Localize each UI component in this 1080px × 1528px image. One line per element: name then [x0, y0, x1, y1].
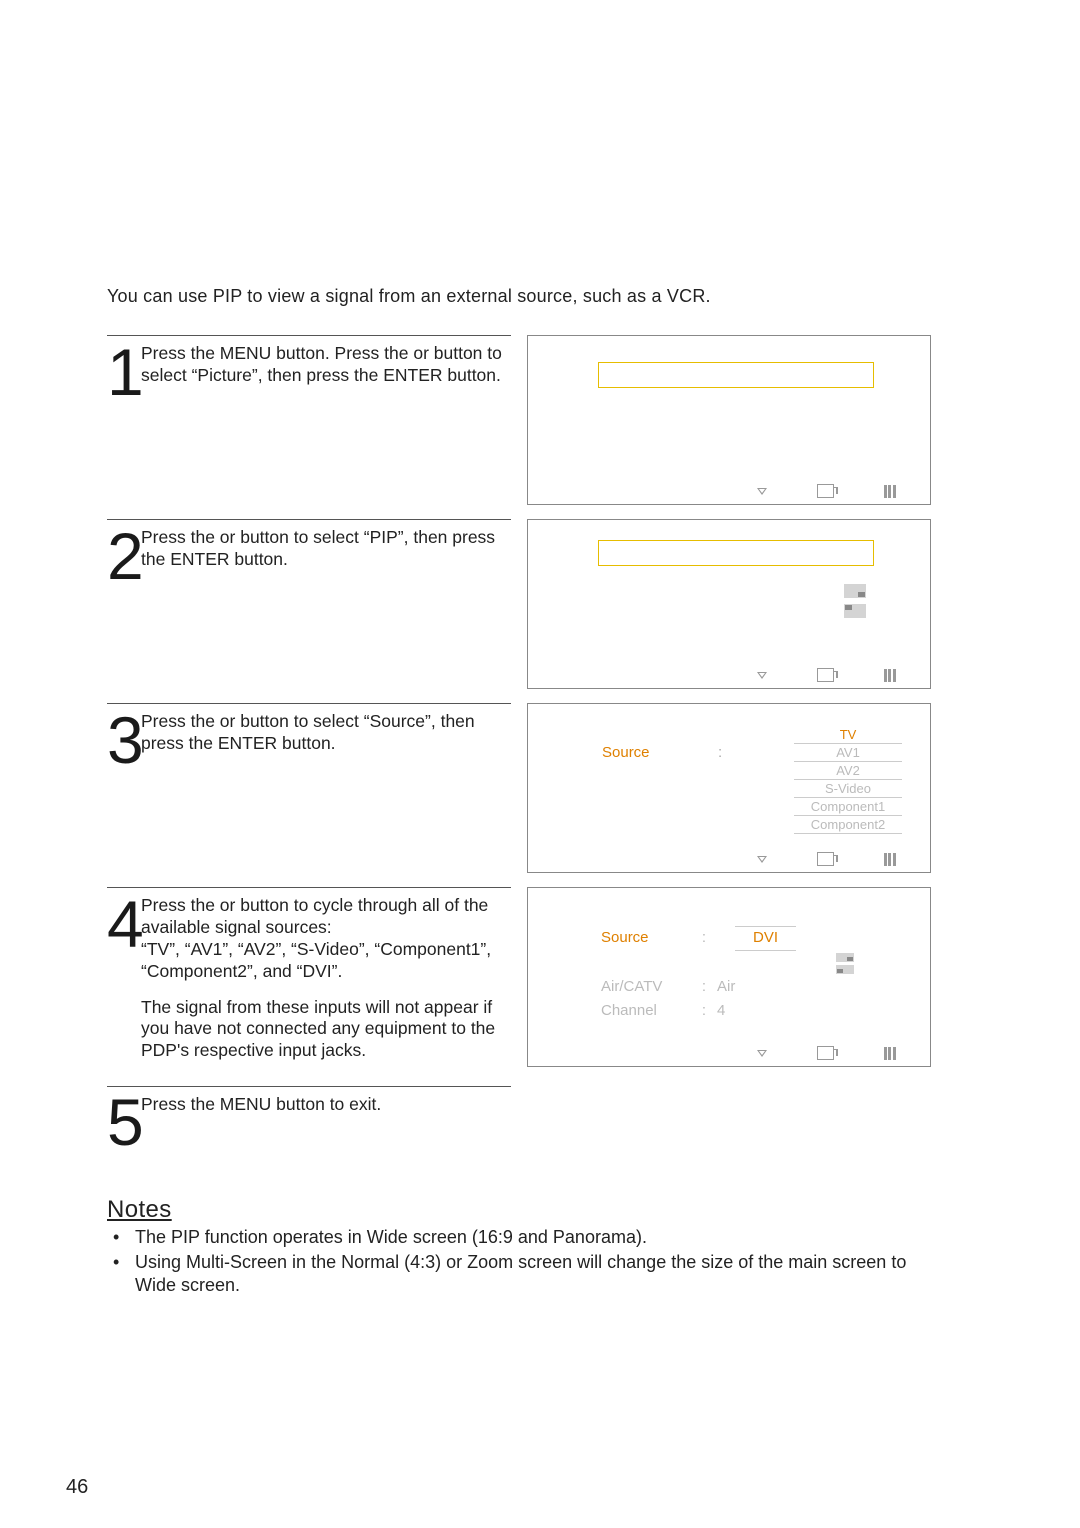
osd-pip-icons [844, 584, 866, 618]
osd-source-option: TV [794, 726, 902, 744]
osd-row: Channel:4 [601, 1000, 894, 1023]
osd-label: Channel [601, 1000, 697, 1023]
step-row: 5 Press the MENU button to exit. [107, 1086, 931, 1160]
osd-highlight-bar [598, 540, 874, 566]
step-4-line-2: “TV”, “AV1”, “AV2”, “S-Video”, “Componen… [141, 939, 511, 983]
step-number: 1 [107, 344, 141, 400]
note-item: Using Multi-Screen in the Normal (4:3) o… [107, 1251, 931, 1298]
move-down-icon [757, 488, 767, 495]
step-row: 2 Press the or button to select “PIP”, t… [107, 519, 931, 689]
step-number: 2 [107, 528, 141, 584]
steps-container: 1 Press the MENU button. Press the or bu… [107, 335, 931, 1174]
osd-source-options: TVAV1AV2S-VideoComponent1Component2 [794, 726, 902, 834]
osd-source-label: Source [602, 744, 650, 761]
move-down-icon [757, 1050, 767, 1057]
step-4-line-1: Press the or button to cycle through all… [141, 895, 511, 939]
osd-source-option: Component1 [794, 798, 902, 816]
osd-colon: : [697, 1000, 711, 1023]
move-down-icon [757, 672, 767, 679]
osd-label: Air/CATV [601, 976, 697, 999]
osd-value: Air [711, 976, 894, 999]
osd-footer [528, 848, 930, 872]
enter-icon [817, 1046, 834, 1060]
step-row: 4 Press the or button to cycle through a… [107, 887, 931, 1072]
osd-footer [528, 480, 930, 504]
osd-footer [528, 1042, 930, 1066]
osd-label: Source [601, 927, 697, 950]
osd-source-option: Component2 [794, 816, 902, 834]
step-4-line-3: The signal from these inputs will not ap… [141, 997, 511, 1063]
step-number: 3 [107, 712, 141, 768]
menu-icon [884, 485, 896, 498]
osd-panel-picture [527, 335, 931, 505]
notes-list: The PIP function operates in Wide screen… [107, 1226, 931, 1297]
step-text: Press the MENU button. Press the or butt… [141, 340, 511, 387]
osd-footer [528, 664, 930, 688]
step-text: Press the MENU button to exit. [141, 1091, 511, 1116]
osd-colon: : [697, 927, 711, 950]
step-number: 4 [107, 896, 141, 952]
step-row: 3 Press the or button to select “Source”… [107, 703, 931, 873]
menu-icon [884, 669, 896, 682]
osd-source-option: AV2 [794, 762, 902, 780]
enter-icon [817, 852, 834, 866]
notes-section: Notes The PIP function operates in Wide … [107, 1196, 931, 1297]
intro-text: You can use PIP to view a signal from an… [107, 286, 931, 307]
osd-value: 4 [711, 1000, 894, 1023]
step-text: Press the or button to select “PIP”, the… [141, 524, 511, 571]
notes-title: Notes [107, 1196, 931, 1224]
osd-row: Source:DVI [601, 926, 894, 951]
osd-colon: : [697, 976, 711, 999]
note-item: The PIP function operates in Wide screen… [107, 1226, 931, 1249]
step-text: Press the or button to cycle through all… [141, 892, 511, 1062]
osd-source-option: AV1 [794, 744, 902, 762]
menu-icon [884, 853, 896, 866]
osd-source-option: S-Video [794, 780, 902, 798]
enter-icon [817, 484, 834, 498]
osd-row: Air/CATV:Air [601, 976, 894, 999]
page-number: 46 [66, 1476, 88, 1528]
step-row: 1 Press the MENU button. Press the or bu… [107, 335, 931, 505]
menu-icon [884, 1047, 896, 1060]
osd-panel-pip [527, 519, 931, 689]
step-number: 5 [107, 1094, 141, 1150]
step-text: Press the or button to select “Source”, … [141, 708, 511, 755]
osd-pip-size-icons [836, 953, 854, 974]
osd-colon: : [718, 744, 722, 761]
osd-value: DVI [711, 926, 894, 951]
osd-row [601, 953, 894, 974]
osd4-body: Source:DVIAir/CATV:AirChannel:4 [601, 926, 894, 1025]
osd-highlight-bar [598, 362, 874, 388]
osd-panel-source-selected: Source:DVIAir/CATV:AirChannel:4 [527, 887, 931, 1067]
enter-icon [817, 668, 834, 682]
move-down-icon [757, 856, 767, 863]
osd-panel-source-list: Source : TVAV1AV2S-VideoComponent1Compon… [527, 703, 931, 873]
